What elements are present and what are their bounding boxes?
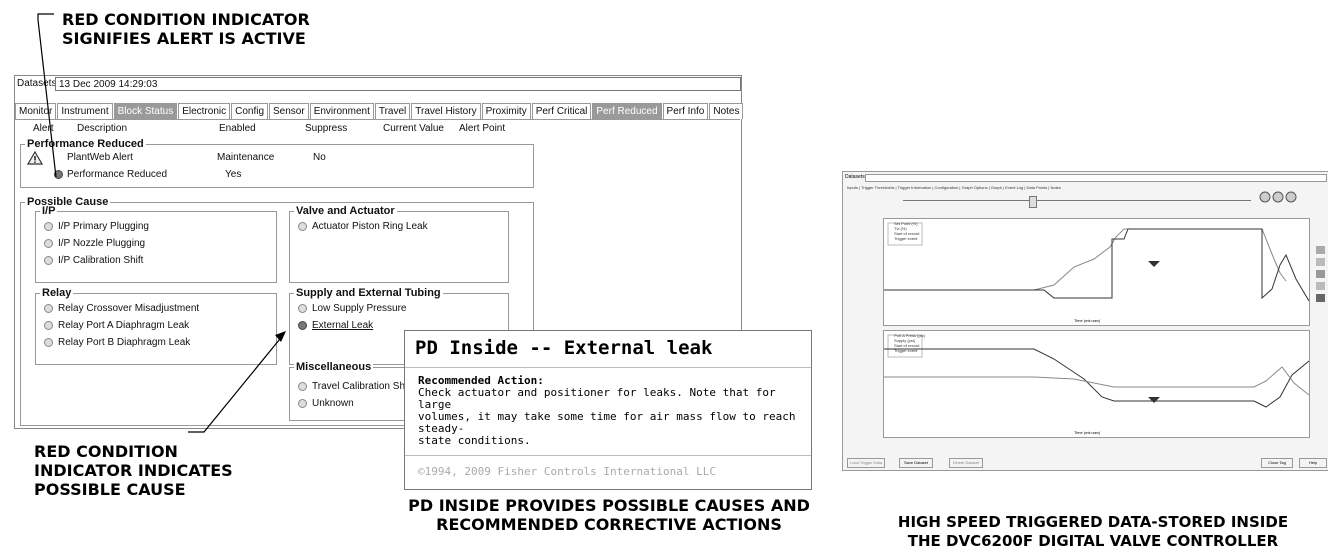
alert-leader-line <box>37 13 57 178</box>
callout-leader-lines <box>37 13 286 433</box>
cause-arrowhead <box>275 331 286 342</box>
cause-leader-line <box>188 333 285 433</box>
